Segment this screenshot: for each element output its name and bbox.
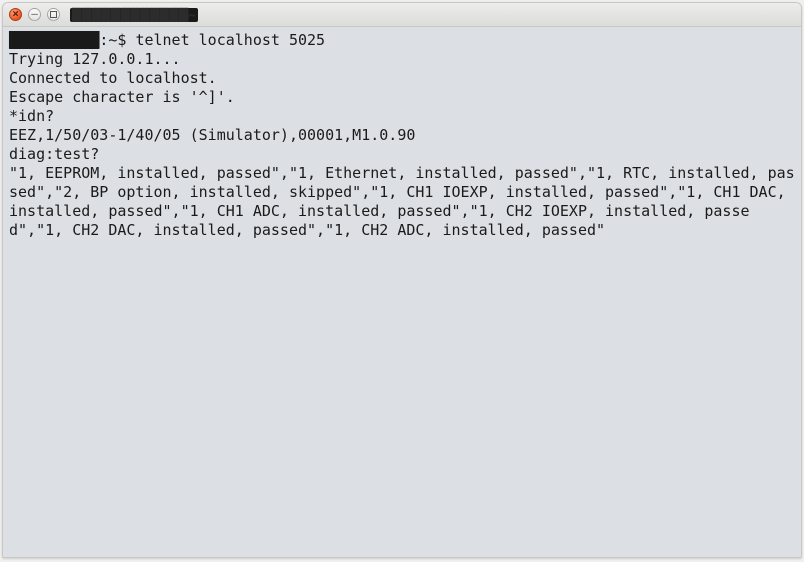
titlebar[interactable]: ████████████~ — [3, 3, 801, 27]
prompt-suffix: :~$ — [99, 31, 135, 49]
maximize-icon[interactable] — [47, 8, 60, 21]
window-title: ████████████~ — [70, 8, 198, 22]
minimize-icon[interactable] — [28, 8, 41, 21]
terminal-output: ██████████:~$ telnet localhost 5025 Tryi… — [9, 31, 795, 240]
terminal-area[interactable]: ██████████:~$ telnet localhost 5025 Tryi… — [3, 27, 801, 557]
prompt-host: ██████████ — [9, 31, 99, 49]
command-text: telnet localhost 5025 — [135, 31, 325, 49]
terminal-window: ████████████~ ██████████:~$ telnet local… — [2, 2, 802, 558]
close-icon[interactable] — [9, 8, 22, 21]
output-line: EEZ,1/50/03-1/40/05 (Simulator),00001,M1… — [9, 126, 415, 144]
output-line: "1, EEPROM, installed, passed","1, Ether… — [9, 164, 795, 239]
output-line: diag:test? — [9, 145, 99, 163]
output-line: Connected to localhost. — [9, 69, 217, 87]
output-line: *idn? — [9, 107, 54, 125]
output-line: Escape character is '^]'. — [9, 88, 235, 106]
output-line: Trying 127.0.0.1... — [9, 50, 181, 68]
